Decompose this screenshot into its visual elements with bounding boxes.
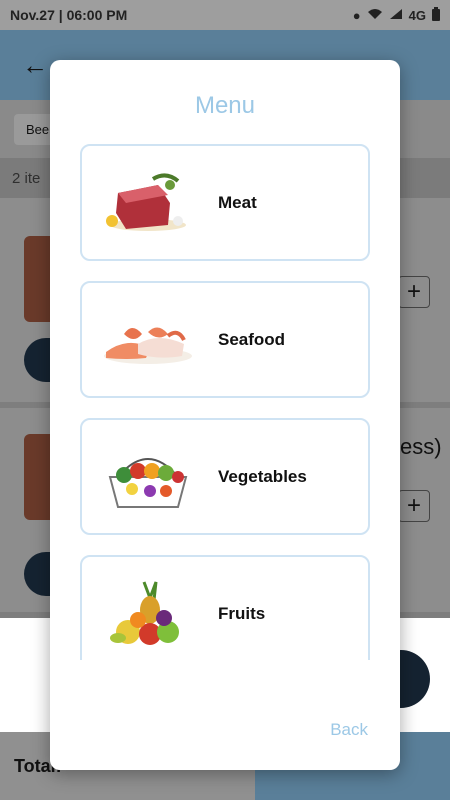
menu-item-label: Fruits	[218, 603, 266, 623]
menu-item-meat[interactable]: Meat	[80, 144, 370, 261]
menu-item-label: Seafood	[218, 329, 286, 349]
menu-item-label: Meat	[218, 192, 257, 212]
menu-item-fruits[interactable]: Fruits	[80, 555, 370, 660]
menu-list: Meat Seafood Vegetables Fruits	[80, 144, 372, 660]
fruits-image	[98, 574, 198, 654]
menu-item-label: Vegetables	[218, 466, 307, 486]
menu-dialog: Menu Meat Seafood Vegetables Fruits Back	[50, 60, 400, 770]
seafood-image	[98, 300, 198, 380]
back-button[interactable]: Back	[330, 720, 368, 740]
meat-image	[98, 163, 198, 243]
vegetables-image	[98, 437, 198, 517]
dialog-title: Menu	[194, 92, 256, 119]
menu-item-vegetables[interactable]: Vegetables	[80, 418, 370, 535]
menu-item-seafood[interactable]: Seafood	[80, 281, 370, 398]
